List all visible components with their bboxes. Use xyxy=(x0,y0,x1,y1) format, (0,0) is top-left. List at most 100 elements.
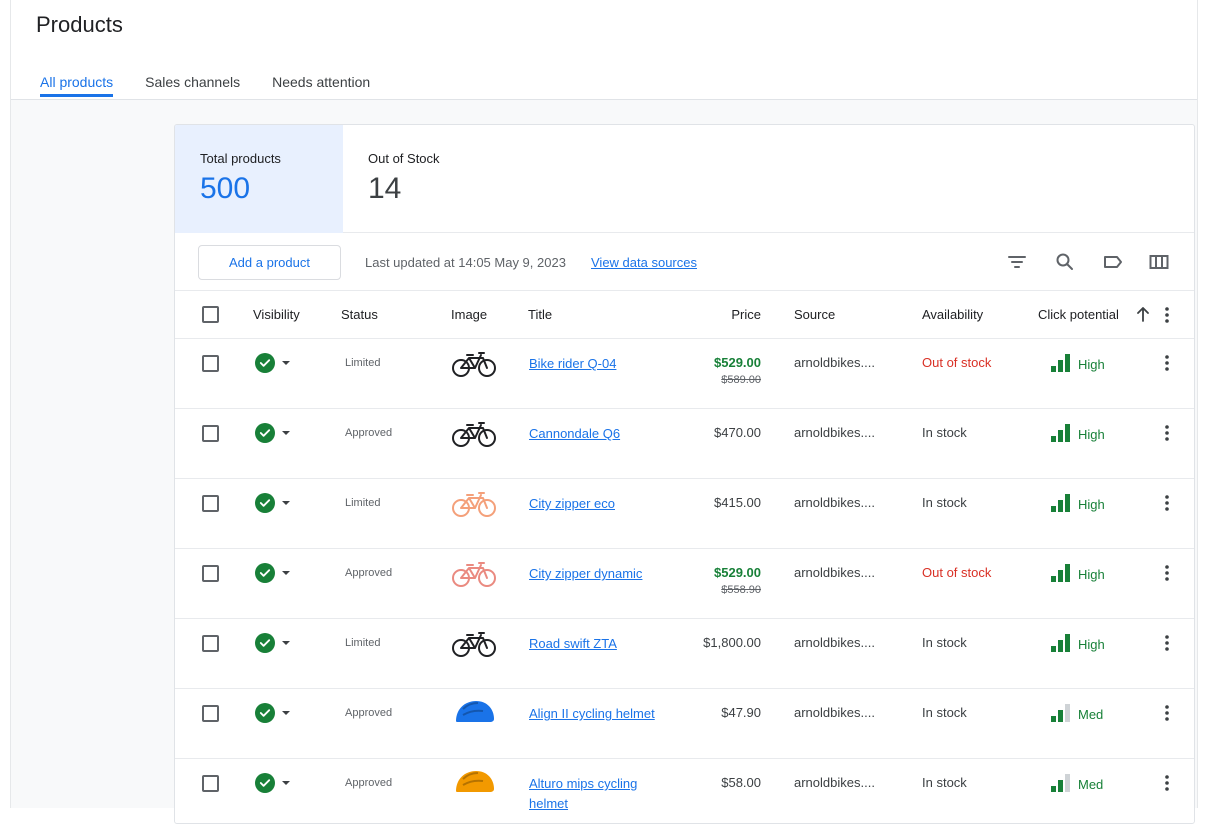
select-all-checkbox[interactable] xyxy=(202,306,219,323)
source-value: arnoldbikes.... xyxy=(794,565,875,580)
source-value: arnoldbikes.... xyxy=(794,705,875,720)
potential-bar xyxy=(1051,366,1056,372)
table-row[interactable]: Limited Bike rider Q-04 $529.00 $589.00 arno… xyxy=(175,339,1194,409)
click-potential: High xyxy=(1051,424,1105,442)
row-checkbox[interactable] xyxy=(202,495,219,512)
potential-bar xyxy=(1058,500,1063,512)
click-potential-label: High xyxy=(1078,497,1105,512)
row-checkbox[interactable] xyxy=(202,425,219,442)
click-potential: High xyxy=(1051,634,1105,652)
sort-ascending-icon[interactable] xyxy=(1135,305,1151,323)
column-availability[interactable]: Availability xyxy=(922,307,983,322)
row-checkbox[interactable] xyxy=(202,705,219,722)
bike-yellow-icon xyxy=(450,632,498,663)
potential-bar xyxy=(1058,430,1063,442)
table-row[interactable]: Approved Align II cycling helmet $47.90 arn… xyxy=(175,689,1194,759)
visibility-toggle[interactable] xyxy=(255,563,290,583)
original-price: $558.90 xyxy=(721,584,761,596)
column-status[interactable]: Status xyxy=(341,307,378,322)
table-row[interactable]: Limited City zipper eco $415.00 arnoldbikes… xyxy=(175,479,1194,549)
total-products-label: Total products xyxy=(200,151,281,166)
status-label: Approved xyxy=(345,567,393,579)
tab-bar: All products Sales channels Needs attent… xyxy=(40,74,402,97)
product-title-link[interactable]: Road swift ZTA xyxy=(529,634,669,654)
visibility-toggle[interactable] xyxy=(255,703,290,723)
potential-bar xyxy=(1058,780,1063,792)
product-title-link[interactable]: City zipper eco xyxy=(529,494,669,514)
table-row[interactable]: Approved Cannondale Q6 $470.00 arnoldbikes.… xyxy=(175,409,1194,479)
page-title: Products xyxy=(36,12,123,37)
tab-sales-channels[interactable]: Sales channels xyxy=(145,74,240,97)
more-vert-icon[interactable] xyxy=(1159,305,1175,325)
more-vert-icon[interactable] xyxy=(1159,423,1175,443)
visibility-toggle[interactable] xyxy=(255,423,290,443)
potential-bar xyxy=(1051,576,1056,582)
search-icon[interactable] xyxy=(1053,250,1077,274)
source-value: arnoldbikes.... xyxy=(794,775,875,790)
view-data-sources-link[interactable]: View data sources xyxy=(591,255,697,270)
product-image xyxy=(450,347,498,379)
product-title-link[interactable]: City zipper dynamic xyxy=(529,564,669,584)
total-products-stat[interactable]: Total products 500 xyxy=(175,125,343,233)
tab-all-products[interactable]: All products xyxy=(40,74,114,97)
product-title-link[interactable]: Bike rider Q-04 xyxy=(529,354,669,374)
visibility-toggle[interactable] xyxy=(255,633,290,653)
more-vert-icon[interactable] xyxy=(1159,633,1175,653)
label-icon[interactable] xyxy=(1101,250,1125,274)
potential-bar xyxy=(1051,646,1056,652)
add-product-button[interactable]: Add a product xyxy=(198,245,341,280)
table-row[interactable]: Limited Road swift ZTA $1,800.00 arnoldbike… xyxy=(175,619,1194,689)
price-value: $529.00 xyxy=(714,355,761,370)
table-row[interactable]: Approved Alturo mips cycling helmet $58.00… xyxy=(175,759,1194,823)
tab-needs-attention[interactable]: Needs attention xyxy=(272,74,370,97)
click-potential-label: Med xyxy=(1078,707,1104,722)
potential-bar xyxy=(1051,786,1056,792)
columns-icon[interactable] xyxy=(1147,250,1171,274)
column-price[interactable]: Price xyxy=(731,307,761,322)
availability-value: In stock xyxy=(922,775,967,790)
product-title-link[interactable]: Cannondale Q6 xyxy=(529,424,669,444)
more-vert-icon[interactable] xyxy=(1159,703,1175,723)
status-label: Approved xyxy=(345,777,393,789)
status-label: Limited xyxy=(345,497,381,509)
availability-value: In stock xyxy=(922,705,967,720)
potential-bar xyxy=(1051,506,1056,512)
column-click-potential[interactable]: Click potential xyxy=(1038,307,1119,322)
more-vert-icon[interactable] xyxy=(1159,773,1175,793)
products-card: Total products 500 Out of Stock 14 Add a… xyxy=(174,124,1195,824)
status-label: Limited xyxy=(345,637,381,649)
potential-bar xyxy=(1065,704,1070,722)
filter-icon[interactable] xyxy=(1005,250,1029,274)
table-row[interactable]: Approved City zipper dynamic $529.00 $558.9… xyxy=(175,549,1194,619)
product-image xyxy=(450,417,498,449)
signal-bars-icon xyxy=(1051,424,1072,442)
potential-bar xyxy=(1065,564,1070,582)
row-checkbox[interactable] xyxy=(202,565,219,582)
check-circle-icon xyxy=(255,563,275,583)
visibility-toggle[interactable] xyxy=(255,773,290,793)
row-checkbox[interactable] xyxy=(202,635,219,652)
out-of-stock-stat[interactable]: Out of Stock 14 xyxy=(343,125,543,233)
column-title[interactable]: Title xyxy=(528,307,552,322)
chevron-down-icon xyxy=(282,361,290,365)
more-vert-icon[interactable] xyxy=(1159,493,1175,513)
visibility-toggle[interactable] xyxy=(255,493,290,513)
visibility-toggle[interactable] xyxy=(255,353,290,373)
signal-bars-icon xyxy=(1051,704,1072,722)
column-visibility[interactable]: Visibility xyxy=(253,307,300,322)
potential-bar xyxy=(1065,494,1070,512)
click-potential-label: High xyxy=(1078,357,1105,372)
product-title-link[interactable]: Alturo mips cycling helmet xyxy=(529,774,669,814)
potential-bar xyxy=(1051,436,1056,442)
check-circle-icon xyxy=(255,703,275,723)
row-checkbox[interactable] xyxy=(202,355,219,372)
column-source[interactable]: Source xyxy=(794,307,835,322)
column-image: Image xyxy=(451,307,488,322)
more-vert-icon[interactable] xyxy=(1159,353,1175,373)
product-image xyxy=(450,627,498,659)
more-vert-icon[interactable] xyxy=(1159,563,1175,583)
total-products-value: 500 xyxy=(200,172,251,205)
row-checkbox[interactable] xyxy=(202,775,219,792)
product-title-link[interactable]: Align II cycling helmet xyxy=(529,704,669,724)
signal-bars-icon xyxy=(1051,634,1072,652)
